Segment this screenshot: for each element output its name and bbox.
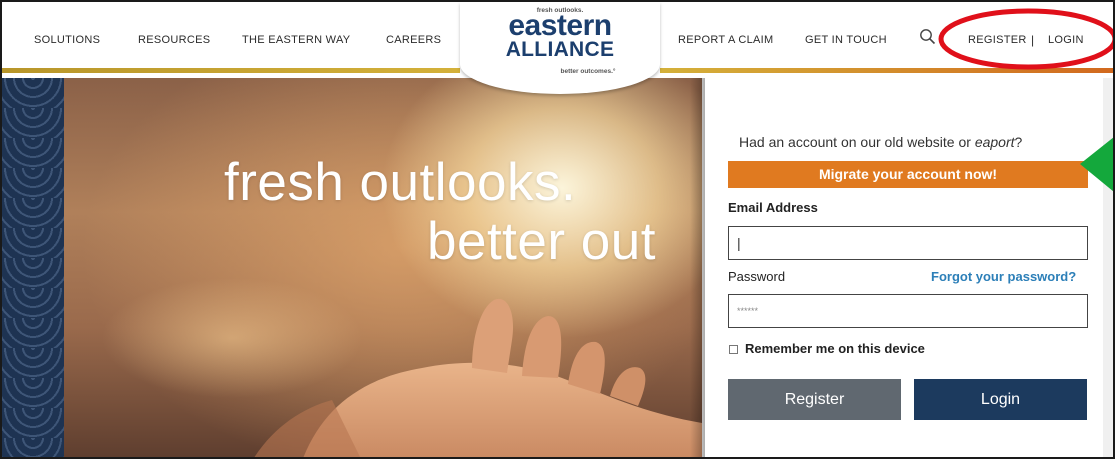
old-account-suffix: ? bbox=[1014, 134, 1023, 150]
header-stripe-left bbox=[2, 68, 460, 73]
nav-the-eastern-way[interactable]: THE EASTERN WAY bbox=[242, 34, 350, 46]
register-button[interactable]: Register bbox=[728, 379, 901, 420]
remember-me-checkbox[interactable] bbox=[729, 345, 738, 354]
logo-name-line1: eastern bbox=[508, 9, 612, 42]
header-stripe-right bbox=[660, 68, 1113, 73]
logo-name-line2: ALLIANCE bbox=[505, 38, 615, 61]
nav-get-in-touch[interactable]: GET IN TOUCH bbox=[805, 34, 887, 46]
hero-banner: fresh outlooks. better out bbox=[2, 78, 702, 457]
logo-subtag: better outcomes.° bbox=[560, 68, 616, 75]
password-label: Password bbox=[728, 269, 786, 284]
hero-headline-line1: fresh outlooks. bbox=[224, 153, 577, 212]
hero-headline-line2: better out bbox=[427, 212, 656, 271]
old-account-prefix: Had an account on our old website or bbox=[739, 134, 975, 150]
eaport-name: eaport bbox=[974, 134, 1015, 150]
password-field[interactable]: ****** bbox=[728, 294, 1088, 328]
migrate-account-button[interactable]: Migrate your account now! bbox=[728, 161, 1088, 188]
browser-frame: SOLUTIONS RESOURCES THE EASTERN WAY CARE… bbox=[0, 0, 1115, 459]
forgot-password-link[interactable]: Forgot your password? bbox=[931, 269, 1076, 284]
remember-me-label[interactable]: Remember me on this device bbox=[745, 341, 925, 356]
hero-edge-shadow bbox=[690, 78, 706, 457]
email-label: Email Address bbox=[728, 200, 818, 215]
site-logo[interactable]: fresh outlooks. eastern ALLIANCE better … bbox=[460, 2, 660, 94]
nav-resources[interactable]: RESOURCES bbox=[138, 34, 210, 46]
nav-solutions[interactable]: SOLUTIONS bbox=[34, 34, 100, 46]
nav-register-link[interactable]: REGISTER bbox=[968, 34, 1027, 46]
nav-separator: | bbox=[1031, 33, 1035, 47]
nav-careers[interactable]: CAREERS bbox=[386, 34, 441, 46]
email-field[interactable]: | bbox=[728, 226, 1088, 260]
page-right-edge bbox=[1103, 78, 1113, 457]
nav-login-link[interactable]: LOGIN bbox=[1048, 34, 1084, 46]
search-icon[interactable] bbox=[919, 28, 937, 46]
old-account-prompt: Had an account on our old website or eap… bbox=[739, 134, 1022, 150]
login-button[interactable]: Login bbox=[914, 379, 1087, 420]
nav-report-a-claim[interactable]: REPORT A CLAIM bbox=[678, 34, 774, 46]
